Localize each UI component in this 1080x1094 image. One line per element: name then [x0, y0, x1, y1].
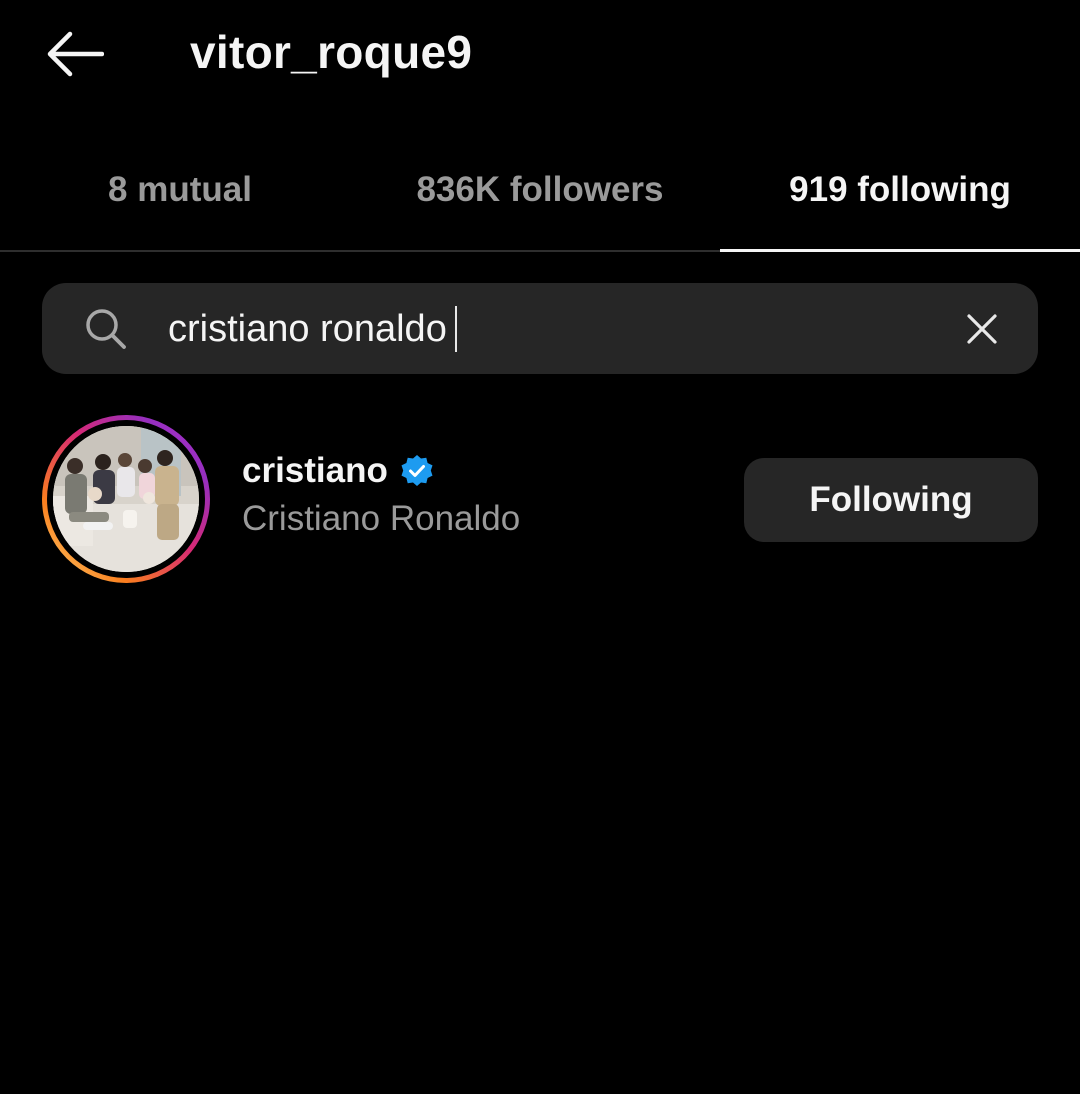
username[interactable]: cristiano	[242, 451, 388, 491]
arrow-left-icon	[47, 31, 104, 77]
search-bar[interactable]: cristiano ronaldo	[42, 283, 1038, 374]
avatar-story-ring[interactable]	[42, 415, 210, 583]
following-button[interactable]: Following	[744, 458, 1038, 542]
page-title: vitor_roque9	[190, 26, 473, 78]
tab-following[interactable]: 919 following	[720, 140, 1080, 252]
search-input[interactable]: cristiano ronaldo	[168, 301, 457, 357]
text-caret	[454, 306, 457, 352]
app-screen: vitor_roque9 8 mutual 836K followers 919…	[0, 0, 1080, 1094]
avatar-photo	[53, 426, 199, 572]
header: vitor_roque9	[0, 0, 1080, 110]
tab-followers[interactable]: 836K followers	[360, 140, 720, 250]
verified-badge-icon	[401, 455, 433, 486]
tab-mutual[interactable]: 8 mutual	[0, 140, 360, 250]
tab-label: 8 mutual	[108, 170, 252, 209]
tab-label: 919 following	[789, 170, 1011, 209]
list-item[interactable]: cristiano Cristiano Ronaldo Following	[42, 415, 1038, 585]
clear-search-button[interactable]	[960, 307, 1004, 351]
tab-bar: 8 mutual 836K followers 919 following	[0, 140, 1080, 252]
username-line: cristiano	[242, 447, 434, 495]
search-icon	[86, 309, 126, 349]
full-name: Cristiano Ronaldo	[242, 499, 521, 538]
tab-label: 836K followers	[416, 170, 664, 209]
search-input-value: cristiano ronaldo	[168, 307, 447, 350]
close-icon	[967, 314, 997, 344]
avatar	[53, 426, 199, 572]
back-button[interactable]	[36, 22, 112, 86]
